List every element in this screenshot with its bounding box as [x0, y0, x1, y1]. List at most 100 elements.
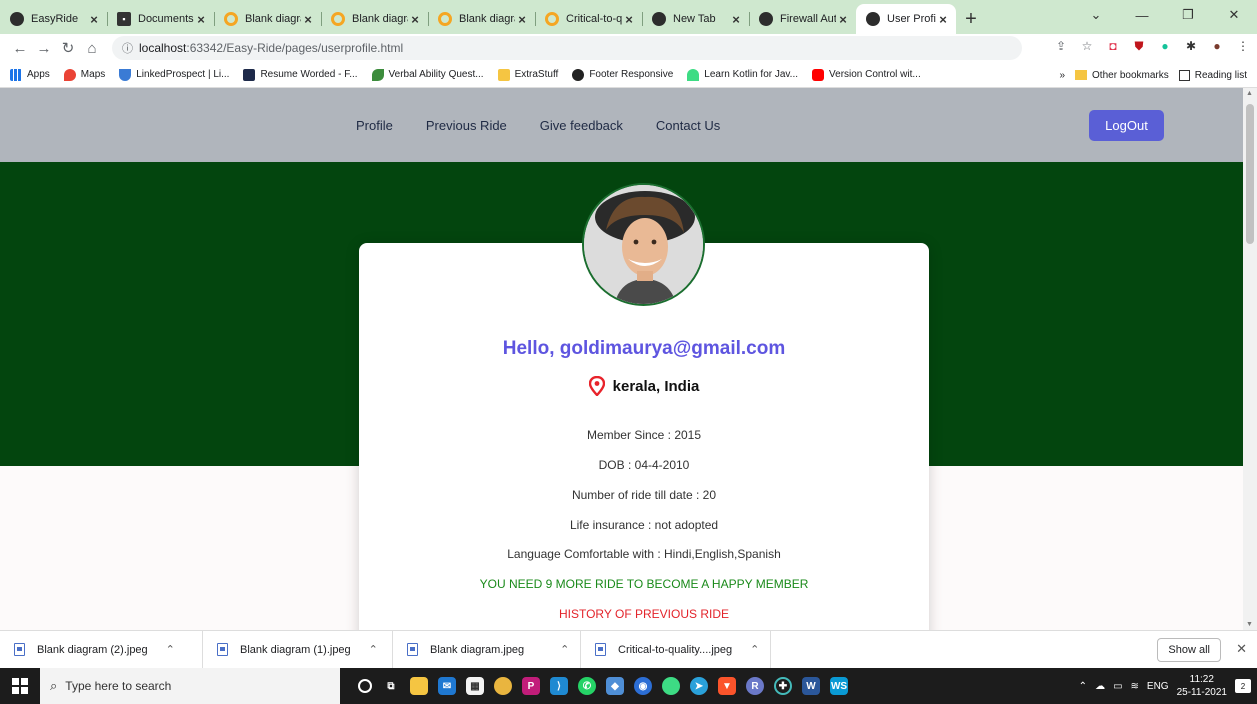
cortana-icon[interactable] — [358, 679, 372, 693]
url-input[interactable]: ⓘ localhost:63342/Easy-Ride/pages/userpr… — [112, 36, 1022, 60]
close-tab-icon[interactable]: × — [87, 12, 101, 27]
word-icon[interactable]: W — [802, 677, 820, 695]
scroll-up-icon[interactable]: ▲ — [1246, 90, 1253, 97]
pocket-icon[interactable]: ◘ — [1105, 38, 1121, 54]
telegram-icon[interactable]: ➤ — [690, 677, 708, 695]
star-icon[interactable]: ☆ — [1079, 38, 1095, 54]
android-studio-icon[interactable]: ◆ — [606, 677, 624, 695]
back-icon[interactable]: ← — [8, 40, 32, 57]
home-icon[interactable]: ⌂ — [80, 40, 104, 57]
extensions-puzzle-icon[interactable]: ✱ — [1183, 38, 1199, 54]
minimize-icon[interactable]: — — [1119, 0, 1165, 30]
bookmark-maps[interactable]: Maps — [63, 68, 105, 81]
info-icon[interactable]: ⓘ — [122, 40, 133, 56]
chevron-up-icon[interactable]: ⌃ — [750, 643, 759, 656]
close-tab-icon[interactable]: × — [408, 12, 422, 27]
bookmark-extrastuff[interactable]: ExtraStuff — [497, 68, 558, 81]
download-item[interactable]: Critical-to-quality....jpeg ⌃ — [581, 630, 771, 669]
close-tab-icon[interactable]: × — [194, 12, 208, 27]
page-viewport: Profile Previous Ride Give feedback Cont… — [0, 88, 1243, 630]
chevron-down-icon[interactable]: ⌄ — [1073, 0, 1119, 30]
tab-blank-diagram-3[interactable]: Blank diagram× — [428, 4, 535, 34]
download-item[interactable]: Blank diagram.jpeg ⌃ — [393, 630, 581, 669]
jetbrains-icon[interactable]: P — [522, 677, 540, 695]
page-scrollbar[interactable]: ▲ ▼ — [1243, 88, 1257, 630]
chevron-up-icon[interactable]: ⌃ — [166, 643, 175, 656]
file-explorer-icon[interactable] — [410, 677, 428, 695]
forward-icon[interactable]: → — [32, 40, 56, 57]
wifi-icon[interactable]: ≋ — [1131, 681, 1139, 692]
scroll-down-icon[interactable]: ▼ — [1246, 621, 1253, 628]
reload-icon[interactable]: ↻ — [56, 39, 80, 57]
more-bookmarks-button[interactable]: » — [1059, 70, 1065, 81]
tab-blank-diagram-1[interactable]: Blank diagram× — [214, 4, 321, 34]
globe-icon[interactable]: ◉ — [634, 677, 652, 695]
logout-button[interactable]: LogOut — [1089, 110, 1164, 141]
tab-easyride[interactable]: EasyRide × — [0, 4, 107, 34]
nav-link-give-feedback[interactable]: Give feedback — [540, 118, 623, 133]
tab-critical-to-quality[interactable]: Critical-to-qua× — [535, 4, 642, 34]
bookmark-verbal-ability[interactable]: Verbal Ability Quest... — [371, 68, 484, 81]
battery-icon[interactable]: ▭ — [1113, 681, 1122, 692]
language-indicator[interactable]: ENG — [1147, 681, 1169, 692]
close-tab-icon[interactable]: × — [936, 12, 950, 27]
shield-icon — [119, 68, 132, 81]
tab-new-tab[interactable]: New Tab × — [642, 4, 749, 34]
tab-firewall[interactable]: Firewall Authe× — [749, 4, 856, 34]
location-pin-icon — [588, 376, 605, 396]
chevron-up-icon[interactable]: ⌃ — [560, 643, 569, 656]
bookmark-footer-responsive[interactable]: Footer Responsive — [572, 68, 673, 81]
bookmark-learn-kotlin[interactable]: Learn Kotlin for Jav... — [687, 68, 798, 81]
close-tab-icon[interactable]: × — [729, 12, 743, 27]
chevron-up-icon[interactable]: ⌃ — [369, 643, 378, 656]
maximize-icon[interactable]: ❐ — [1165, 0, 1211, 30]
start-button[interactable] — [0, 668, 40, 704]
webstorm-icon[interactable]: WS — [830, 677, 848, 695]
nav-link-previous-ride[interactable]: Previous Ride — [426, 118, 507, 133]
clock[interactable]: 11:22 25-11-2021 — [1177, 673, 1227, 699]
close-tab-icon[interactable]: × — [622, 12, 636, 27]
new-tab-button[interactable]: + — [956, 4, 986, 34]
close-tab-icon[interactable]: × — [301, 12, 315, 27]
ublock-icon[interactable]: ⛊ — [1131, 38, 1147, 54]
store-icon[interactable]: ▦ — [466, 677, 484, 695]
bookmark-resume-worded[interactable]: Resume Worded - F... — [243, 68, 358, 81]
whatsapp-icon[interactable]: ✆ — [578, 677, 596, 695]
download-item[interactable]: Blank diagram (2).jpeg ⌃ — [0, 630, 203, 669]
bookmark-version-control[interactable]: Version Control wit... — [812, 68, 921, 81]
scrollbar-thumb[interactable] — [1246, 104, 1254, 244]
vscode-icon[interactable]: ⟩ — [550, 677, 568, 695]
show-all-button[interactable]: Show all — [1157, 638, 1221, 662]
menu-kebab-icon[interactable]: ⋮ — [1235, 38, 1251, 54]
bookmark-linkedprospect[interactable]: LinkedProspect | Li... — [119, 68, 229, 81]
r-language-icon[interactable]: R — [746, 677, 764, 695]
bookmark-apps[interactable]: Apps — [10, 68, 50, 81]
grammarly-icon[interactable]: ● — [1157, 38, 1173, 54]
share-icon[interactable]: ⇪ — [1053, 38, 1069, 54]
download-item[interactable]: Blank diagram (1).jpeg ⌃ — [203, 630, 393, 669]
close-tab-icon[interactable]: × — [836, 12, 850, 27]
task-view-icon[interactable]: ⧉ — [382, 677, 400, 695]
history-heading[interactable]: HISTORY OF PREVIOUS RIDE — [359, 607, 929, 621]
colorful-app-icon[interactable]: ✚ — [774, 677, 792, 695]
onedrive-icon[interactable]: ☁ — [1095, 681, 1105, 692]
chrome-icon[interactable] — [494, 677, 512, 695]
profile-avatar-icon[interactable]: ● — [1209, 38, 1225, 54]
reading-list-button[interactable]: Reading list — [1178, 69, 1247, 81]
tab-blank-diagram-2[interactable]: Blank diagram× — [321, 4, 428, 34]
tab-user-profile[interactable]: User Profile× — [856, 4, 956, 34]
close-window-icon[interactable]: ✕ — [1211, 0, 1257, 30]
other-bookmarks-folder[interactable]: Other bookmarks — [1075, 70, 1169, 81]
chevron-up-icon[interactable]: ⌃ — [1079, 681, 1087, 692]
close-icon[interactable]: ✕ — [1236, 641, 1247, 657]
tab-documents[interactable]: ▪ Documents × — [107, 4, 214, 34]
android-robot-icon[interactable] — [662, 677, 680, 695]
notification-icon[interactable]: 2 — [1235, 679, 1251, 693]
brave-icon[interactable]: ▼ — [718, 677, 736, 695]
close-tab-icon[interactable]: × — [515, 12, 529, 27]
nav-link-profile[interactable]: Profile — [356, 118, 393, 133]
globe-icon — [759, 12, 773, 26]
mail-icon[interactable]: ✉ — [438, 677, 456, 695]
nav-link-contact-us[interactable]: Contact Us — [656, 118, 720, 133]
taskbar-search-input[interactable]: ⌕ Type here to search — [40, 668, 340, 704]
